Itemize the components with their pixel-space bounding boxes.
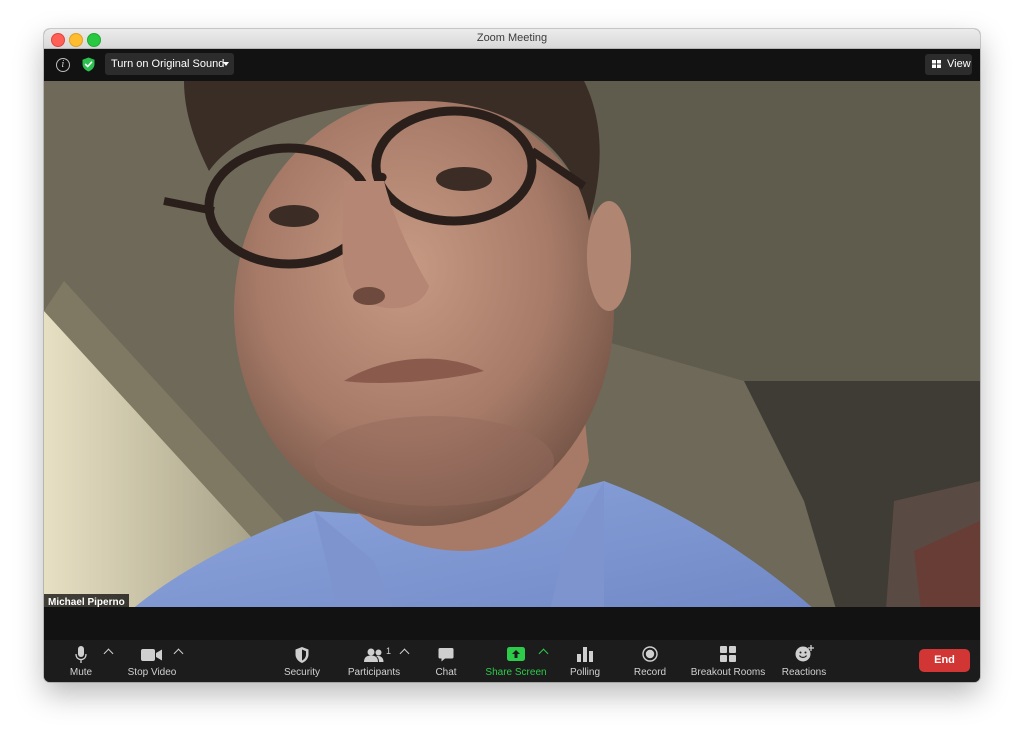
breakout-rooms-label: Breakout Rooms (690, 667, 766, 678)
original-sound-label: Turn on Original Sound (111, 58, 225, 70)
meeting-controls-toolbar: Mute Stop Video Security 1 Participants … (44, 640, 980, 682)
security-button[interactable]: Security (280, 640, 324, 682)
breakout-rooms-button[interactable]: Breakout Rooms (690, 640, 766, 682)
view-button[interactable]: View (925, 54, 972, 75)
original-sound-button[interactable]: Turn on Original Sound (105, 53, 234, 75)
participants-button[interactable]: 1 Participants (344, 640, 404, 682)
chat-label: Chat (435, 667, 457, 678)
shield-check-icon[interactable] (82, 57, 95, 72)
participant-count: 1 (386, 646, 392, 656)
zoom-meeting-window: Zoom Meeting i Turn on Original Sound Vi… (44, 29, 980, 682)
reactions-label: Reactions (781, 667, 827, 678)
participants-icon (364, 648, 384, 662)
mute-label: Mute (69, 667, 93, 678)
video-options-chevron[interactable] (172, 640, 184, 682)
view-label: View (947, 58, 971, 70)
chat-button[interactable]: Chat (430, 640, 462, 682)
record-label: Record (633, 667, 667, 678)
record-icon (642, 646, 658, 662)
chat-bubble-icon (438, 648, 454, 662)
end-meeting-button[interactable]: End (919, 649, 970, 672)
meeting-top-bar: i Turn on Original Sound View (44, 49, 980, 81)
security-label: Security (283, 667, 321, 678)
caret-down-icon[interactable] (223, 62, 229, 66)
audio-options-chevron[interactable] (102, 640, 114, 682)
record-button[interactable]: Record (632, 640, 668, 682)
share-options-chevron[interactable] (537, 640, 549, 682)
grid-view-icon (932, 60, 941, 68)
info-icon[interactable]: i (56, 58, 70, 72)
self-view-strip (44, 607, 980, 640)
polling-button[interactable]: Polling (566, 640, 604, 682)
microphone-icon (75, 646, 87, 663)
polling-label: Polling (569, 667, 601, 678)
participants-options-chevron[interactable] (398, 640, 410, 682)
camera-icon (141, 649, 162, 661)
reactions-button[interactable]: Reactions (780, 640, 828, 682)
reactions-icon (795, 645, 814, 662)
window-title: Zoom Meeting (476, 32, 548, 44)
security-shield-icon (295, 647, 309, 663)
share-screen-icon (507, 647, 525, 661)
title-bar: Zoom Meeting (44, 29, 980, 49)
polling-icon (577, 647, 593, 662)
mute-button[interactable]: Mute (64, 640, 98, 682)
video-feed: Michael Piperno (44, 81, 980, 636)
breakout-rooms-icon (720, 646, 736, 662)
participants-label: Participants (347, 667, 401, 678)
participant-video-image (44, 81, 980, 636)
